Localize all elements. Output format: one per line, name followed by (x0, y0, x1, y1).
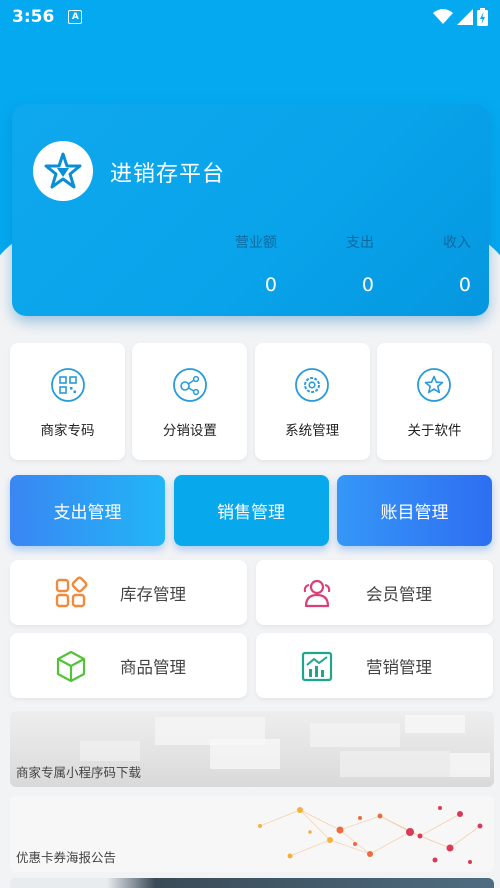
tile-system-management[interactable]: 系统管理 (254, 343, 370, 460)
tile-label: 系统管理 (285, 423, 340, 439)
stat-label: 收入 (443, 235, 471, 251)
stat-income: 收入 0 (391, 232, 471, 296)
stat-value: 0 (361, 274, 374, 296)
menu-products[interactable]: 商品管理 (10, 633, 247, 698)
star-icon (417, 368, 452, 402)
banner-coupon-poster[interactable]: 优惠卡券海报公告 (10, 796, 494, 872)
chart-icon (301, 651, 333, 681)
star-logo-icon (44, 152, 82, 189)
stat-value: 0 (458, 274, 471, 296)
menu-label: 商品管理 (120, 657, 186, 677)
stat-expense: 支出 0 (294, 232, 374, 296)
tile-merchant-qr[interactable]: 商家专码 (10, 343, 125, 460)
menu-label: 库存管理 (120, 584, 186, 604)
header-card: 进销存平台 营业额 0 支出 0 收入 0 (12, 104, 489, 316)
stat-revenue: 营业额 0 (197, 232, 277, 296)
tile-distribution-settings[interactable]: 分销设置 (132, 343, 248, 460)
status-time: 3:56 (12, 7, 55, 27)
platform-title: 进销存平台 (110, 162, 226, 187)
battery-icon (477, 8, 488, 26)
app-logo (33, 141, 93, 201)
menu-inventory[interactable]: 库存管理 (10, 560, 247, 625)
status-bar: 3:56 A (0, 0, 500, 34)
banner-partial[interactable] (10, 878, 494, 888)
gear-icon (295, 368, 330, 402)
menu-label: 营销管理 (366, 657, 432, 677)
banner-label: 商家专属小程序码下载 (16, 765, 142, 780)
menu-label: 会员管理 (366, 584, 432, 604)
box-icon (56, 650, 86, 682)
account-management-button[interactable]: 账目管理 (337, 475, 492, 546)
quick-tiles: 商家专码 分销设置 系统管理 关于软件 (10, 343, 492, 460)
notification-icon: A (68, 10, 83, 24)
signal-icon (457, 9, 473, 25)
tile-about-software[interactable]: 关于软件 (376, 343, 492, 460)
tile-label: 关于软件 (407, 423, 462, 439)
sales-management-button[interactable]: 销售管理 (173, 475, 329, 546)
tile-label: 商家专码 (40, 423, 95, 439)
users-icon (303, 579, 331, 607)
action-buttons: 支出管理 销售管理 账目管理 (10, 475, 492, 546)
qr-code-icon (50, 368, 85, 402)
stat-label: 营业额 (235, 235, 277, 251)
share-nodes-icon (172, 368, 207, 402)
wifi-icon (433, 9, 453, 24)
expense-management-button[interactable]: 支出管理 (10, 475, 165, 546)
menu-marketing[interactable]: 营销管理 (256, 633, 493, 698)
stat-label: 支出 (346, 235, 374, 251)
menu-members[interactable]: 会员管理 (256, 560, 493, 625)
grid-blocks-icon (55, 576, 88, 607)
banner-miniprogram-download[interactable]: 商家专属小程序码下载 (10, 711, 494, 787)
stat-value: 0 (264, 274, 277, 296)
tile-label: 分销设置 (162, 423, 217, 439)
banner-label: 优惠卡券海报公告 (16, 850, 117, 865)
